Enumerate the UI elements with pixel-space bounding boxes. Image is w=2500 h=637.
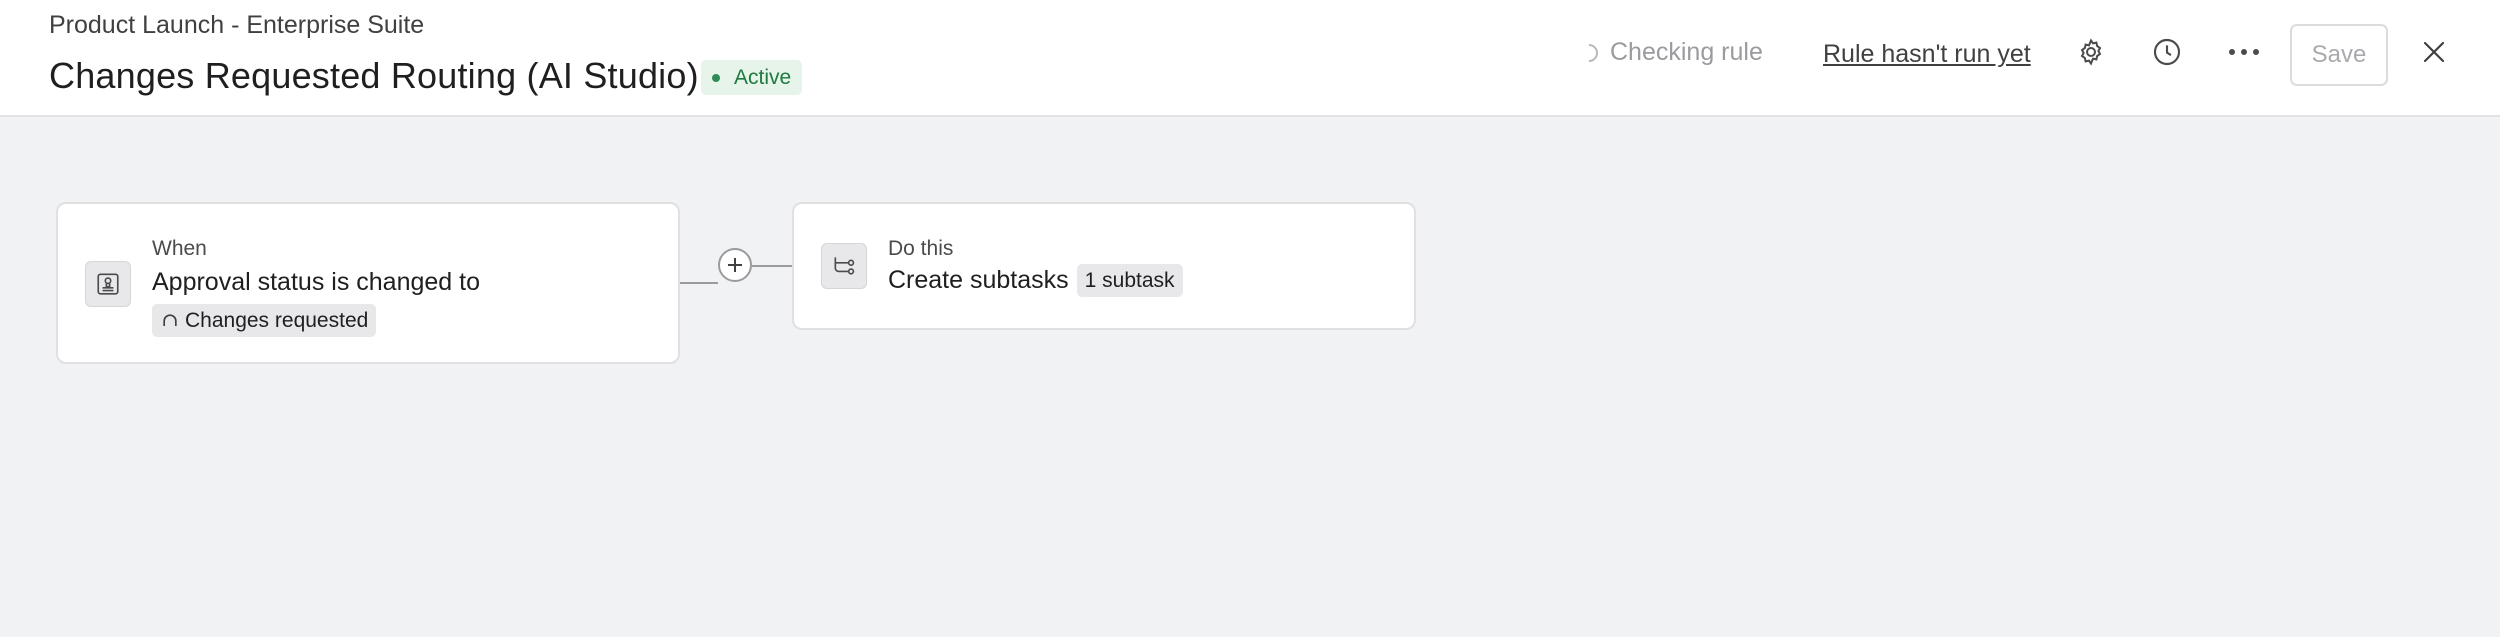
subtask-count-chip[interactable]: 1 subtask [1076, 264, 1183, 297]
close-button[interactable] [2412, 30, 2456, 74]
action-card[interactable]: Do this Create subtasks 1 subtask [792, 202, 1416, 330]
changes-requested-icon [163, 313, 177, 326]
close-icon [2423, 41, 2445, 63]
changes-requested-label: Changes requested [185, 308, 369, 332]
add-step-button[interactable] [718, 248, 752, 282]
breadcrumb[interactable]: Product Launch - Enterprise Suite [49, 11, 424, 40]
trigger-card-icon-box [85, 261, 131, 307]
spinner-icon [1576, 39, 1602, 66]
more-icon [2229, 49, 2259, 55]
gear-icon [2080, 38, 2102, 66]
action-title-row: Create subtasks 1 subtask [888, 264, 1183, 297]
trigger-title: Approval status is changed to [152, 268, 480, 296]
checking-rule-label: Checking rule [1610, 38, 1763, 66]
action-title: Create subtasks [888, 266, 1069, 294]
status-badge-label: Active [734, 65, 792, 89]
clock-icon [2153, 38, 2181, 66]
changes-requested-chip[interactable]: Changes requested [152, 304, 377, 337]
connector-line-left [680, 282, 718, 284]
status-badge: Active [701, 60, 803, 95]
plus-icon [728, 258, 742, 272]
save-button[interactable]: Save [2290, 24, 2388, 86]
trigger-kicker: When [152, 237, 207, 260]
approval-stamp-icon [97, 273, 119, 295]
action-card-icon-box [821, 243, 867, 289]
page-title[interactable]: Changes Requested Routing (AI Studio) [49, 55, 699, 97]
history-button[interactable] [2145, 30, 2189, 74]
rule-run-status-link[interactable]: Rule hasn't run yet [1823, 40, 2031, 69]
connector-line-right [752, 265, 793, 267]
rule-header: Product Launch - Enterprise Suite Change… [0, 0, 2500, 117]
action-kicker: Do this [888, 237, 954, 260]
settings-button[interactable] [2069, 30, 2113, 74]
trigger-value[interactable]: Changes requested [152, 304, 377, 337]
status-dot [712, 73, 720, 82]
checking-rule-status: Checking rule [1576, 38, 1763, 67]
subtasks-icon [834, 257, 855, 275]
more-options-button[interactable] [2222, 30, 2266, 74]
trigger-card[interactable]: When Approval status is changed to Chang… [56, 202, 680, 364]
